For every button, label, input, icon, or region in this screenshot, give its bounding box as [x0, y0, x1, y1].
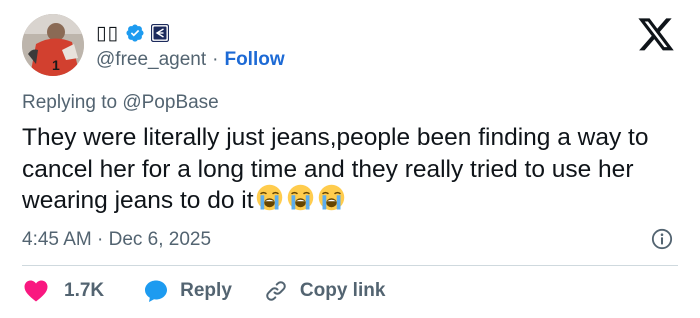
divider [22, 265, 678, 266]
svg-text:1: 1 [52, 57, 60, 73]
loudly-crying-face-icon [256, 184, 282, 211]
affiliate-badge-icon[interactable] [150, 24, 169, 42]
follow-button[interactable]: Follow [224, 49, 284, 71]
verified-badge-icon[interactable] [125, 23, 145, 43]
loudly-crying-face-icon [318, 184, 344, 211]
handle-row: @free_agent · Follow [96, 48, 285, 72]
like-button[interactable]: 1.7K [24, 280, 104, 302]
timestamp[interactable]: 4:45 AM · Dec 6, 2025 [22, 229, 211, 251]
action-bar: 1.7K Reply Copy link [24, 277, 385, 305]
display-name[interactable]: ▯▯ [96, 22, 119, 45]
copy-link-button[interactable]: Copy link [264, 279, 386, 303]
handle[interactable]: @free_agent [96, 49, 206, 71]
replying-to: Replying to @PopBase [22, 92, 219, 114]
heart-icon [24, 280, 48, 302]
replying-prefix: Replying to [22, 92, 123, 113]
reply-button[interactable]: Reply [144, 279, 232, 303]
speech-bubble-icon [145, 280, 168, 302]
avatar-image: 1 [22, 14, 84, 76]
like-count: 1.7K [64, 280, 105, 301]
x-logo-icon[interactable] [636, 18, 676, 54]
tweet-card: 1 ▯▯ @free_agent · Follow Replying to @P… [0, 0, 700, 318]
reply-label: Reply [180, 280, 232, 301]
emoji-group [256, 184, 345, 211]
tweet-text: They were literally just jeans,people be… [22, 122, 682, 217]
author-name-row: ▯▯ [96, 20, 169, 46]
copy-link-label: Copy link [299, 280, 386, 301]
replying-to-handle[interactable]: @PopBase [122, 92, 218, 113]
loudly-crying-face-icon [287, 184, 313, 211]
separator-dot: · [212, 49, 219, 70]
link-icon [266, 281, 286, 301]
avatar[interactable]: 1 [22, 14, 84, 76]
info-icon[interactable] [651, 228, 673, 250]
